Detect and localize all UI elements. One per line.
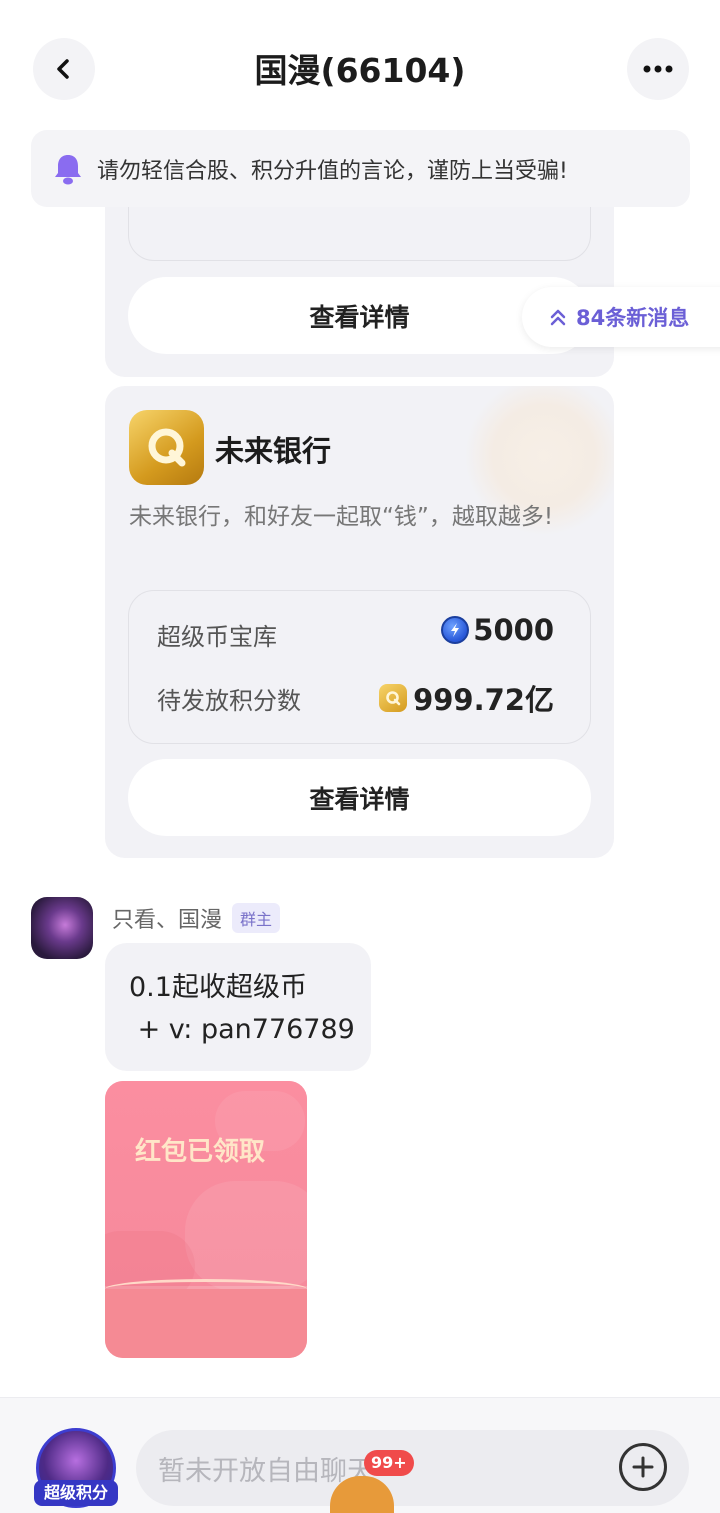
role-badge: 群主: [232, 903, 281, 933]
q-points-icon: [379, 684, 408, 712]
super-coin-icon: [441, 616, 470, 644]
vault-label: 超级币宝库: [157, 623, 277, 651]
bottom-bar: 超级积分 暂未开放自由聊天 99+: [0, 1397, 720, 1513]
bell-icon: [55, 154, 81, 184]
card-description: 未来银行，和好友一起取“钱”，越取越多!: [129, 504, 554, 530]
back-button[interactable]: [33, 38, 95, 100]
red-packet-status: 红包已领取: [135, 1137, 266, 1167]
q-logo-icon: [129, 410, 204, 485]
new-messages-button[interactable]: 84条新消息: [522, 287, 720, 347]
red-packet[interactable]: 红包已领取: [105, 1081, 307, 1358]
more-button[interactable]: [627, 38, 689, 100]
card-info-box: [128, 207, 591, 261]
message-line: + v: pan776789: [129, 1014, 355, 1045]
pending-points-value: 999.72亿: [379, 677, 554, 719]
pending-points-amount: 999.72亿: [413, 683, 554, 717]
sender-avatar[interactable]: [31, 897, 93, 959]
page-title: 国漫(66104): [254, 51, 466, 90]
sender-name: 只看、国漫: [112, 908, 223, 933]
vault-value: 5000: [441, 613, 554, 647]
super-points-label[interactable]: 超级积分: [34, 1480, 118, 1506]
red-packet-bottom: [105, 1289, 307, 1358]
plus-icon: [632, 1456, 654, 1478]
sender-info: 只看、国漫 群主: [112, 902, 281, 934]
vault-amount: 5000: [473, 613, 554, 647]
warning-notice: 请勿轻信合股、积分升值的言论，谨防上当受骗!: [31, 130, 690, 207]
vault-info-box: 超级币宝库 5000 待发放积分数 999.72亿: [128, 590, 591, 744]
top-bar: 国漫(66104): [0, 0, 720, 130]
chevron-left-icon: [57, 59, 69, 79]
pending-points-label: 待发放积分数: [157, 687, 301, 715]
chat-area[interactable]: 查看详情 84条新消息 未来银行 未来银行，和好友一起取“钱”，越取越多! 超级…: [0, 207, 720, 1397]
add-button[interactable]: [619, 1443, 667, 1491]
more-dots-icon: [643, 65, 673, 73]
future-bank-card: 未来银行 未来银行，和好友一起取“钱”，越取越多! 超级币宝库 5000 待发放…: [105, 386, 614, 858]
unread-badge: 99+: [364, 1450, 414, 1476]
message-bubble[interactable]: 0.1起收超级币 + v: pan776789: [105, 943, 371, 1071]
card-title: 未来银行: [215, 434, 332, 468]
red-packet-top: [105, 1081, 307, 1301]
message-line: 0.1起收超级币: [129, 972, 307, 1003]
red-packet-pattern: [185, 1181, 307, 1291]
notice-text: 请勿轻信合股、积分升值的言论，谨防上当受骗!: [97, 158, 568, 184]
double-chevron-up-icon: [550, 309, 566, 326]
view-details-button[interactable]: 查看详情: [128, 759, 591, 836]
new-messages-label: 84条新消息: [576, 306, 690, 330]
